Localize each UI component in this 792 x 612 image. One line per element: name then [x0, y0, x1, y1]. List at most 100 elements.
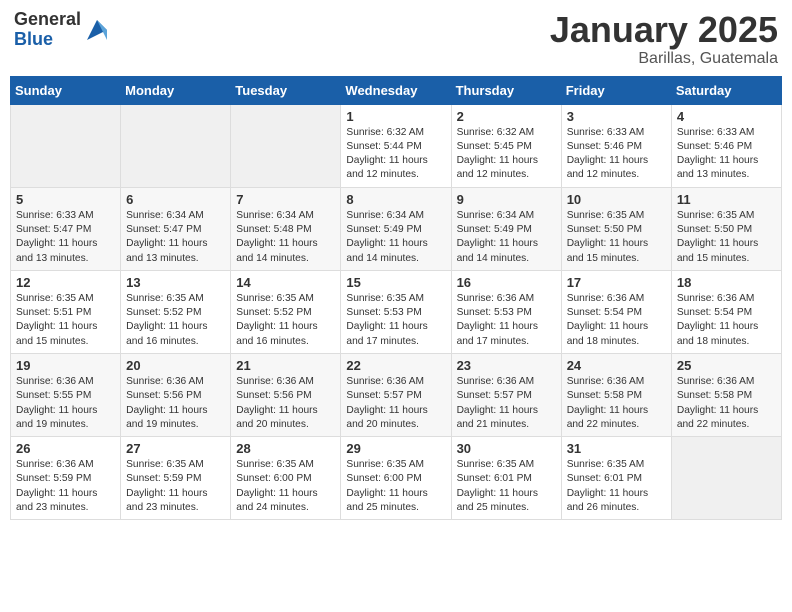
cell-content: Sunrise: 6:36 AM Sunset: 5:54 PM Dayligh…	[567, 292, 666, 349]
day-number: 12	[16, 275, 115, 290]
month-title: January 2025	[550, 10, 778, 50]
day-number: 25	[677, 358, 776, 373]
week-row-2: 5 Sunrise: 6:33 AM Sunset: 5:47 PM Daylig…	[11, 187, 782, 270]
calendar-cell: 23Sunrise: 6:36 AM Sunset: 5:57 PM Dayli…	[451, 353, 561, 436]
cell-content: Sunrise: 6:34 AM Sunset: 5:48 PM Dayligh…	[236, 209, 335, 266]
calendar-header: SundayMondayTuesdayWednesdayThursdayFrid…	[11, 76, 782, 104]
week-row-5: 26 Sunrise: 6:36 AM Sunset: 5:59 PM Dayli…	[11, 437, 782, 520]
logo-icon	[83, 16, 111, 44]
calendar-cell: 29Sunrise: 6:35 AM Sunset: 6:00 PM Dayli…	[341, 437, 451, 520]
calendar-cell: 1 Sunrise: 6:32 AM Sunset: 5:44 PM Daylig…	[341, 104, 451, 187]
cell-content: Sunrise: 6:35 AM Sunset: 6:00 PM Dayligh…	[236, 458, 335, 515]
header-saturday: Saturday	[671, 76, 781, 104]
calendar-cell: 22 Sunrise: 6:36 AM Sunset: 5:57 PM Dayli…	[341, 353, 451, 436]
cell-content: Sunrise: 6:33 AM Sunset: 5:46 PM Dayligh…	[677, 126, 776, 183]
calendar-cell: 13Sunrise: 6:35 AM Sunset: 5:52 PM Dayli…	[121, 270, 231, 353]
calendar-cell: 31 Sunrise: 6:35 AM Sunset: 6:01 PM Dayli…	[561, 437, 671, 520]
calendar-cell: 14 Sunrise: 6:35 AM Sunset: 5:52 PM Dayli…	[231, 270, 341, 353]
day-number: 8	[346, 192, 445, 207]
day-number: 26	[16, 441, 115, 456]
cell-content: Sunrise: 6:36 AM Sunset: 5:56 PM Dayligh…	[126, 375, 225, 432]
cell-content: Sunrise: 6:35 AM Sunset: 6:01 PM Dayligh…	[567, 458, 666, 515]
calendar-cell	[121, 104, 231, 187]
cell-content: Sunrise: 6:34 AM Sunset: 5:47 PM Dayligh…	[126, 209, 225, 266]
calendar-cell: 10Sunrise: 6:35 AM Sunset: 5:50 PM Dayli…	[561, 187, 671, 270]
cell-content: Sunrise: 6:33 AM Sunset: 5:46 PM Dayligh…	[567, 126, 666, 183]
cell-content: Sunrise: 6:36 AM Sunset: 5:57 PM Dayligh…	[457, 375, 556, 432]
calendar-cell: 4 Sunrise: 6:33 AM Sunset: 5:46 PM Daylig…	[671, 104, 781, 187]
calendar-cell: 5 Sunrise: 6:33 AM Sunset: 5:47 PM Daylig…	[11, 187, 121, 270]
day-number: 6	[126, 192, 225, 207]
calendar-cell: 2Sunrise: 6:32 AM Sunset: 5:45 PM Daylig…	[451, 104, 561, 187]
logo-general-text: General	[14, 10, 81, 30]
cell-content: Sunrise: 6:35 AM Sunset: 6:01 PM Dayligh…	[457, 458, 556, 515]
header-monday: Monday	[121, 76, 231, 104]
day-number: 24	[567, 358, 666, 373]
calendar-cell: 7Sunrise: 6:34 AM Sunset: 5:48 PM Daylig…	[231, 187, 341, 270]
calendar-cell: 19Sunrise: 6:36 AM Sunset: 5:55 PM Dayli…	[11, 353, 121, 436]
cell-content: Sunrise: 6:36 AM Sunset: 5:54 PM Dayligh…	[677, 292, 776, 349]
day-number: 5	[16, 192, 115, 207]
calendar-cell: 27 Sunrise: 6:35 AM Sunset: 5:59 PM Dayli…	[121, 437, 231, 520]
cell-content: Sunrise: 6:35 AM Sunset: 5:53 PM Dayligh…	[346, 292, 445, 349]
calendar-cell: 24 Sunrise: 6:36 AM Sunset: 5:58 PM Dayli…	[561, 353, 671, 436]
calendar-cell: 8 Sunrise: 6:34 AM Sunset: 5:49 PM Daylig…	[341, 187, 451, 270]
cell-content: Sunrise: 6:35 AM Sunset: 5:50 PM Dayligh…	[677, 209, 776, 266]
location: Barillas, Guatemala	[550, 50, 778, 68]
day-number: 3	[567, 109, 666, 124]
cell-content: Sunrise: 6:35 AM Sunset: 5:52 PM Dayligh…	[236, 292, 335, 349]
cell-content: Sunrise: 6:36 AM Sunset: 5:58 PM Dayligh…	[677, 375, 776, 432]
calendar-cell: 21Sunrise: 6:36 AM Sunset: 5:56 PM Dayli…	[231, 353, 341, 436]
day-number: 13	[126, 275, 225, 290]
day-number: 15	[346, 275, 445, 290]
day-number: 18	[677, 275, 776, 290]
day-number: 19	[16, 358, 115, 373]
cell-content: Sunrise: 6:36 AM Sunset: 5:59 PM Dayligh…	[16, 458, 115, 515]
cell-content: Sunrise: 6:36 AM Sunset: 5:56 PM Dayligh…	[236, 375, 335, 432]
day-number: 9	[457, 192, 556, 207]
header-tuesday: Tuesday	[231, 76, 341, 104]
title-block: January 2025 Barillas, Guatemala	[550, 10, 778, 68]
cell-content: Sunrise: 6:33 AM Sunset: 5:47 PM Dayligh…	[16, 209, 115, 266]
calendar-cell: 12Sunrise: 6:35 AM Sunset: 5:51 PM Dayli…	[11, 270, 121, 353]
day-number: 17	[567, 275, 666, 290]
cell-content: Sunrise: 6:32 AM Sunset: 5:44 PM Dayligh…	[346, 126, 445, 183]
cell-content: Sunrise: 6:34 AM Sunset: 5:49 PM Dayligh…	[346, 209, 445, 266]
cell-content: Sunrise: 6:34 AM Sunset: 5:49 PM Dayligh…	[457, 209, 556, 266]
calendar-cell: 17 Sunrise: 6:36 AM Sunset: 5:54 PM Dayli…	[561, 270, 671, 353]
calendar-cell	[671, 437, 781, 520]
week-row-1: 1 Sunrise: 6:32 AM Sunset: 5:44 PM Daylig…	[11, 104, 782, 187]
day-number: 11	[677, 192, 776, 207]
logo-blue-text: Blue	[14, 30, 81, 50]
cell-content: Sunrise: 6:36 AM Sunset: 5:57 PM Dayligh…	[346, 375, 445, 432]
day-number: 2	[457, 109, 556, 124]
header-friday: Friday	[561, 76, 671, 104]
calendar-cell: 25 Sunrise: 6:36 AM Sunset: 5:58 PM Dayli…	[671, 353, 781, 436]
calendar-cell: 9 Sunrise: 6:34 AM Sunset: 5:49 PM Daylig…	[451, 187, 561, 270]
calendar-table: SundayMondayTuesdayWednesdayThursdayFrid…	[10, 76, 782, 521]
calendar-cell: 18 Sunrise: 6:36 AM Sunset: 5:54 PM Dayli…	[671, 270, 781, 353]
day-number: 16	[457, 275, 556, 290]
cell-content: Sunrise: 6:35 AM Sunset: 5:59 PM Dayligh…	[126, 458, 225, 515]
calendar-cell	[11, 104, 121, 187]
cell-content: Sunrise: 6:35 AM Sunset: 6:00 PM Dayligh…	[346, 458, 445, 515]
day-number: 1	[346, 109, 445, 124]
calendar-cell: 26 Sunrise: 6:36 AM Sunset: 5:59 PM Dayli…	[11, 437, 121, 520]
day-number: 14	[236, 275, 335, 290]
calendar-cell: 16Sunrise: 6:36 AM Sunset: 5:53 PM Dayli…	[451, 270, 561, 353]
week-row-3: 12Sunrise: 6:35 AM Sunset: 5:51 PM Dayli…	[11, 270, 782, 353]
day-number: 10	[567, 192, 666, 207]
calendar-cell: 20 Sunrise: 6:36 AM Sunset: 5:56 PM Dayli…	[121, 353, 231, 436]
calendar-cell: 3 Sunrise: 6:33 AM Sunset: 5:46 PM Daylig…	[561, 104, 671, 187]
day-number: 31	[567, 441, 666, 456]
day-number: 20	[126, 358, 225, 373]
calendar-cell: 30Sunrise: 6:35 AM Sunset: 6:01 PM Dayli…	[451, 437, 561, 520]
day-number: 27	[126, 441, 225, 456]
week-row-4: 19Sunrise: 6:36 AM Sunset: 5:55 PM Dayli…	[11, 353, 782, 436]
day-number: 22	[346, 358, 445, 373]
day-number: 4	[677, 109, 776, 124]
cell-content: Sunrise: 6:36 AM Sunset: 5:58 PM Dayligh…	[567, 375, 666, 432]
header-wednesday: Wednesday	[341, 76, 451, 104]
page-header: General Blue January 2025 Barillas, Guat…	[10, 10, 782, 68]
calendar-cell: 6 Sunrise: 6:34 AM Sunset: 5:47 PM Daylig…	[121, 187, 231, 270]
